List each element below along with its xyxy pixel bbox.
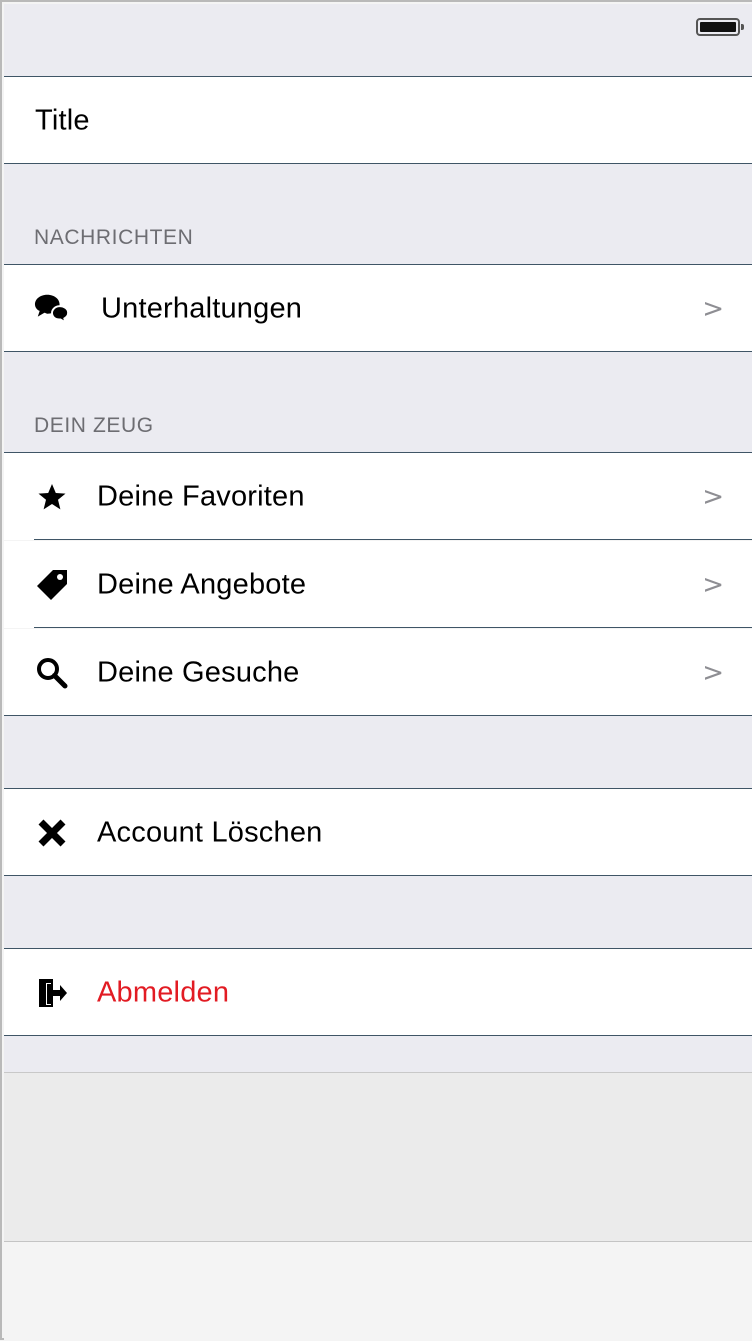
title-label: Title — [35, 104, 90, 136]
chevron-right-icon: > — [702, 569, 724, 600]
conversations-cell[interactable]: Unterhaltungen > — [4, 265, 752, 352]
chevron-right-icon: > — [702, 481, 724, 512]
logout-cell[interactable]: Abmelden — [4, 949, 752, 1036]
tag-icon — [34, 567, 70, 603]
separator — [4, 163, 752, 164]
section-spacer — [4, 716, 752, 788]
offers-cell[interactable]: Deine Angebote > — [4, 541, 752, 628]
separator — [4, 351, 752, 352]
section-header-messages: NACHRICHTEN — [34, 226, 194, 249]
requests-label: Deine Gesuche — [97, 656, 300, 688]
logout-label: Abmelden — [97, 976, 230, 1008]
section-header-stuff: DEIN ZEUG — [34, 414, 154, 437]
separator — [4, 875, 752, 876]
title-cell: Title — [4, 77, 752, 164]
delete-account-cell[interactable]: Account Löschen — [4, 789, 752, 876]
close-icon — [34, 815, 70, 851]
separator — [4, 948, 752, 949]
battery-icon — [696, 18, 744, 36]
chevron-right-icon: > — [702, 657, 724, 688]
separator — [4, 76, 752, 77]
separator — [34, 539, 752, 540]
section-spacer — [4, 876, 752, 948]
empty-area — [4, 1072, 752, 1241]
separator — [4, 264, 752, 265]
separator — [34, 627, 752, 628]
section-spacer — [4, 1036, 752, 1072]
search-icon — [34, 655, 70, 691]
separator — [4, 715, 752, 716]
favorites-label: Deine Favoriten — [97, 480, 305, 512]
separator — [4, 452, 752, 453]
conversations-label: Unterhaltungen — [101, 292, 303, 324]
chevron-right-icon: > — [702, 293, 724, 324]
favorites-cell[interactable]: Deine Favoriten > — [4, 453, 752, 540]
separator — [4, 1035, 752, 1036]
separator — [4, 788, 752, 789]
app-screen: Title NACHRICHTEN Unterhaltungen > DEIN … — [0, 0, 752, 1341]
delete-account-label: Account Löschen — [97, 816, 323, 848]
requests-cell[interactable]: Deine Gesuche > — [4, 629, 752, 716]
offers-label: Deine Angebote — [97, 568, 307, 600]
bottom-toolbar — [4, 1241, 752, 1341]
chat-bubbles-icon — [34, 291, 70, 327]
star-icon — [34, 479, 70, 515]
status-bar — [4, 4, 752, 76]
logout-icon — [34, 975, 70, 1011]
